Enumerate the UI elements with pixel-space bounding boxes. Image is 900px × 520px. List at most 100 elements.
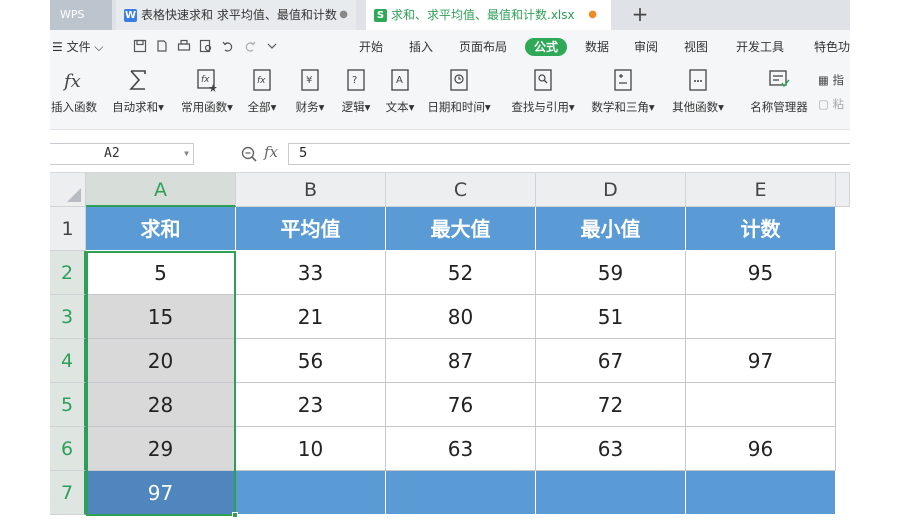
cell-c3[interactable]: 80 [386, 295, 536, 339]
row-header-7[interactable]: 7 [50, 471, 86, 515]
cell-c6[interactable]: 63 [386, 427, 536, 471]
cell-a2[interactable]: 5 [86, 251, 236, 295]
row-header-1[interactable]: 1 [50, 207, 86, 251]
question-doc-icon: ? [347, 69, 365, 91]
tab-view[interactable]: 视图 [684, 30, 708, 64]
unsaved-dot-icon[interactable]: ● [588, 0, 597, 30]
row-header-4[interactable]: 4 [50, 339, 86, 383]
header-cell-average[interactable]: 平均值 [236, 207, 386, 251]
cell-c5[interactable]: 76 [386, 383, 536, 427]
undo-icon[interactable] [220, 39, 236, 55]
lookup-reference-button[interactable]: 查找与引用▾ [508, 68, 578, 115]
paste-button[interactable]: ▢ 粘 [818, 96, 844, 112]
cell-e7[interactable] [686, 471, 836, 515]
row-header-5[interactable]: 5 [50, 383, 86, 427]
document-tab-1[interactable]: W 表格快速求和 求平均值、最值和计数 ● [116, 0, 356, 30]
tab-developer[interactable]: 开发工具 [736, 30, 784, 64]
specify-button[interactable]: ▦ 指 [818, 72, 844, 88]
cell-b3[interactable]: 21 [236, 295, 386, 339]
tab-page-layout[interactable]: 页面布局 [459, 30, 507, 64]
column-header-a[interactable]: A [86, 173, 236, 207]
zoom-magnifier-icon[interactable] [240, 145, 258, 163]
cell-a6[interactable]: 29 [86, 427, 236, 471]
column-header-d[interactable]: D [536, 173, 686, 207]
save-icon[interactable] [132, 39, 148, 55]
row-header-3[interactable]: 3 [50, 295, 86, 339]
row-header-2[interactable]: 2 [50, 251, 86, 295]
specify-label: 指 [832, 73, 845, 87]
cell-c2[interactable]: 52 [386, 251, 536, 295]
math-trig-button[interactable]: 数学和三角▾ [590, 68, 656, 115]
text-functions-button[interactable]: A 文本▾ [380, 68, 420, 115]
cell-a4[interactable]: 20 [86, 339, 236, 383]
cell-d4[interactable]: 67 [536, 339, 686, 383]
other-functions-button[interactable]: 其他函数▾ [668, 68, 728, 115]
cell-e5[interactable] [686, 383, 836, 427]
logical-functions-button[interactable]: ? 逻辑▾ [336, 68, 376, 115]
cell-e4[interactable]: 97 [686, 339, 836, 383]
title-tab-bar: WPS W 表格快速求和 求平均值、最值和计数 ● S 求和、求平均值、最值和计数.… [50, 0, 850, 30]
common-functions-button[interactable]: fx 常用函数▾ [177, 68, 237, 115]
tab-close-dot-icon[interactable]: ● [339, 0, 348, 30]
cell-c7[interactable] [386, 471, 536, 515]
cell-a7-total[interactable]: 97 [86, 471, 236, 515]
column-header-b[interactable]: B [236, 173, 386, 207]
spreadsheet-window: WPS W 表格快速求和 求平均值、最值和计数 ● S 求和、求平均值、最值和计数.… [50, 0, 850, 520]
cell-b4[interactable]: 56 [236, 339, 386, 383]
cell-a3[interactable]: 15 [86, 295, 236, 339]
document-tab-2[interactable]: S 求和、求平均值、最值和计数.xlsx ● [366, 0, 611, 30]
tab-review[interactable]: 审阅 [634, 30, 658, 64]
name-box[interactable]: A2 ▼ [50, 143, 194, 165]
select-all-corner[interactable] [50, 173, 86, 207]
quick-access-dropdown-icon[interactable] [264, 39, 280, 55]
cell-a5[interactable]: 28 [86, 383, 236, 427]
file-menu-button[interactable]: ☰ 文件 ⌵ [52, 30, 103, 64]
header-cell-max[interactable]: 最大值 [386, 207, 536, 251]
all-functions-button[interactable]: fx 全部▾ [242, 68, 282, 115]
fx-icon[interactable]: fx [264, 143, 278, 161]
header-cell-count[interactable]: 计数 [686, 207, 836, 251]
select-all-triangle-icon [67, 188, 81, 202]
tab-features[interactable]: 特色功 [814, 30, 850, 64]
formula-input[interactable]: 5 [288, 143, 850, 165]
cell-d3[interactable]: 51 [536, 295, 686, 339]
autosum-button[interactable]: 自动求和▾ [108, 68, 168, 115]
date-time-functions-button[interactable]: 日期和时间▾ [426, 68, 492, 115]
spreadsheet-grid[interactable]: A B C D E 1 2 3 4 5 6 7 求和 平均值 最大值 最小值 计… [50, 172, 850, 520]
wps-home-tab[interactable]: WPS [50, 0, 112, 30]
cell-d2[interactable]: 59 [536, 251, 686, 295]
print-preview-icon[interactable] [198, 39, 214, 55]
redo-icon[interactable] [242, 39, 258, 55]
insert-function-button[interactable]: fx 插入函数 [50, 68, 100, 115]
cell-b5[interactable]: 23 [236, 383, 386, 427]
cell-d7[interactable] [536, 471, 686, 515]
cell-c4[interactable]: 87 [386, 339, 536, 383]
column-header-f[interactable] [836, 173, 850, 207]
name-manager-button[interactable]: 名称管理器 [748, 68, 810, 115]
column-header-e[interactable]: E [686, 173, 836, 207]
clock-icon [450, 69, 468, 91]
print-icon[interactable] [176, 39, 192, 55]
export-pdf-icon[interactable] [154, 39, 170, 55]
column-header-c[interactable]: C [386, 173, 536, 207]
tab-formulas[interactable]: 公式 [525, 38, 568, 56]
cell-d5[interactable]: 72 [536, 383, 686, 427]
cell-b7[interactable] [236, 471, 386, 515]
add-tab-button[interactable]: + [628, 0, 652, 30]
sigma-icon [129, 70, 146, 90]
cell-e2[interactable]: 95 [686, 251, 836, 295]
cell-d6[interactable]: 63 [536, 427, 686, 471]
fill-handle[interactable] [232, 512, 238, 518]
tab-data[interactable]: 数据 [585, 30, 609, 64]
header-cell-sum[interactable]: 求和 [86, 207, 236, 251]
row-header-6[interactable]: 6 [50, 427, 86, 471]
tab-insert[interactable]: 插入 [409, 30, 433, 64]
cell-e3[interactable] [686, 295, 836, 339]
cell-b6[interactable]: 10 [236, 427, 386, 471]
financial-functions-button[interactable]: ¥ 财务▾ [290, 68, 330, 115]
tab-home[interactable]: 开始 [359, 30, 383, 64]
header-cell-min[interactable]: 最小值 [536, 207, 686, 251]
chevron-down-icon[interactable]: ▼ [184, 144, 189, 164]
cell-b2[interactable]: 33 [236, 251, 386, 295]
cell-e6[interactable]: 96 [686, 427, 836, 471]
